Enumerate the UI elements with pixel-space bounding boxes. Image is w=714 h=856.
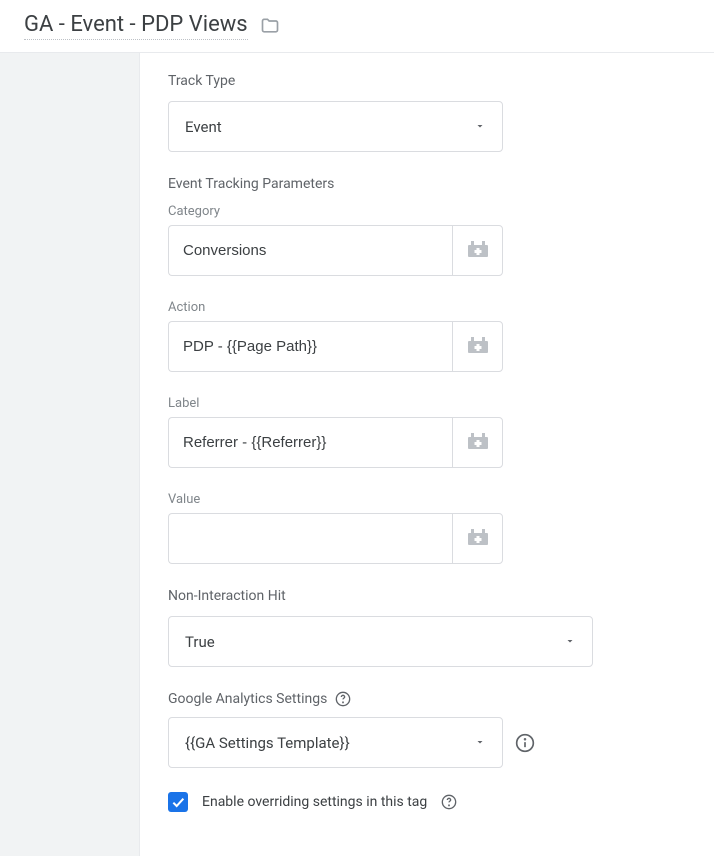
page-title[interactable]: GA - Event - PDP Views <box>24 12 248 40</box>
non-interaction-label: Non-Interaction Hit <box>168 588 686 604</box>
help-icon[interactable] <box>441 794 457 810</box>
action-group: Action <box>168 300 686 372</box>
non-interaction-select[interactable]: True <box>168 616 593 667</box>
chevron-down-icon <box>474 733 486 752</box>
category-input-row <box>168 225 503 276</box>
action-input-row <box>168 321 503 372</box>
main-panel: Track Type Event Event Tracking Paramete… <box>140 53 714 856</box>
left-gutter <box>0 53 140 856</box>
override-checkbox-label: Enable overriding settings in this tag <box>202 794 427 810</box>
non-interaction-group: Non-Interaction Hit True <box>168 588 686 667</box>
variable-insert-icon <box>468 337 488 357</box>
folder-icon[interactable] <box>260 16 280 36</box>
label-group: Label <box>168 396 686 468</box>
ga-settings-label-row: Google Analytics Settings <box>168 691 686 707</box>
variable-insert-icon <box>468 433 488 453</box>
ga-settings-group: Google Analytics Settings {{GA Settings … <box>168 691 686 812</box>
action-label: Action <box>168 300 686 315</box>
help-icon[interactable] <box>335 691 351 707</box>
value-input-row <box>168 513 503 564</box>
value-input[interactable] <box>168 513 452 564</box>
override-checkbox[interactable] <box>168 792 188 812</box>
ga-settings-select[interactable]: {{GA Settings Template}} <box>168 717 503 768</box>
value-variable-button[interactable] <box>452 513 503 564</box>
track-type-group: Track Type Event <box>168 73 686 152</box>
category-input[interactable] <box>168 225 452 276</box>
category-label: Category <box>168 204 686 219</box>
event-label-label: Label <box>168 396 686 411</box>
category-variable-button[interactable] <box>452 225 503 276</box>
ga-settings-label: Google Analytics Settings <box>168 691 327 707</box>
track-type-select[interactable]: Event <box>168 101 503 152</box>
action-input[interactable] <box>168 321 452 372</box>
variable-insert-icon <box>468 529 488 549</box>
track-type-label: Track Type <box>168 73 686 89</box>
chevron-down-icon <box>564 632 576 651</box>
value-group: Value <box>168 492 686 564</box>
label-variable-button[interactable] <box>452 417 503 468</box>
variable-insert-icon <box>468 241 488 261</box>
ga-settings-value: {{GA Settings Template}} <box>185 734 474 752</box>
event-params-section-label: Event Tracking Parameters <box>168 176 686 192</box>
action-variable-button[interactable] <box>452 321 503 372</box>
info-icon[interactable] <box>515 733 535 753</box>
event-value-label: Value <box>168 492 686 507</box>
event-params-group: Event Tracking Parameters Category <box>168 176 686 276</box>
non-interaction-value: True <box>185 633 564 651</box>
label-input-row <box>168 417 503 468</box>
track-type-value: Event <box>185 118 474 136</box>
ga-settings-row: {{GA Settings Template}} <box>168 717 686 768</box>
chevron-down-icon <box>474 117 486 136</box>
content-wrapper: Track Type Event Event Tracking Paramete… <box>0 53 714 856</box>
label-input[interactable] <box>168 417 452 468</box>
page-header: GA - Event - PDP Views <box>0 0 714 52</box>
override-checkbox-row: Enable overriding settings in this tag <box>168 792 686 812</box>
